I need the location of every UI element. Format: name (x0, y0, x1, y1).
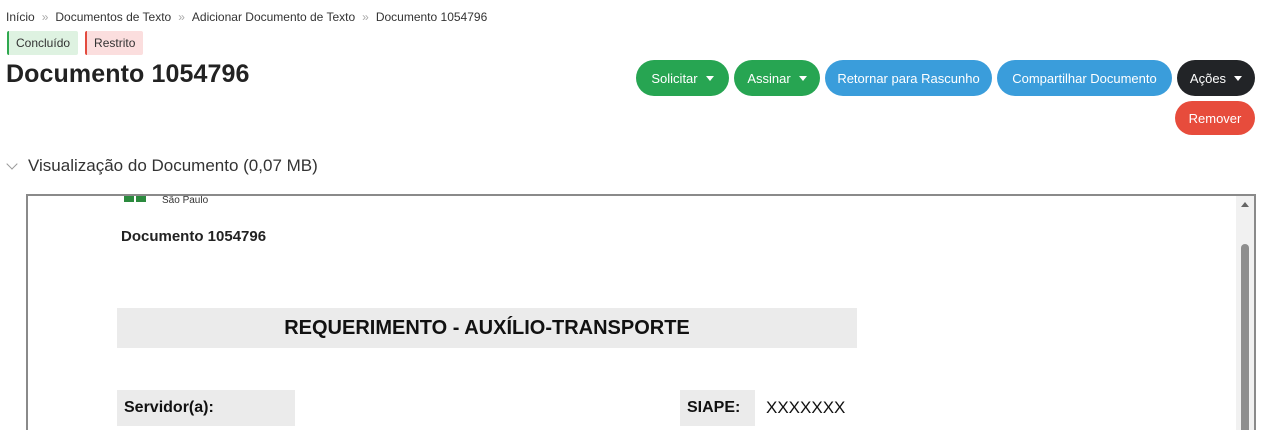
preview-scrollbar[interactable] (1236, 196, 1254, 430)
remove-button[interactable]: Remover (1175, 101, 1255, 135)
siape-value: XXXXXXX (766, 398, 846, 417)
document-preview-frame[interactable]: São Paulo Documento 1054796 REQUERIMENTO… (26, 194, 1256, 430)
sign-dropdown-button[interactable]: Assinar (734, 60, 820, 96)
document-preview-toggle[interactable]: Visualização do Documento (0,07 MB) (6, 156, 318, 176)
status-badge-completed: Concluído (7, 31, 79, 55)
scrollbar-thumb[interactable] (1241, 244, 1249, 430)
chevron-down-icon (705, 75, 714, 81)
chevron-down-icon (798, 75, 807, 81)
siape-label: SIAPE: (680, 390, 755, 426)
institution-logo-icon (124, 196, 146, 204)
logo-caption: São Paulo (162, 195, 209, 206)
document-page: São Paulo Documento 1054796 REQUERIMENTO… (28, 196, 1238, 430)
breadcrumb-separator: » (178, 10, 185, 24)
document-form-title: REQUERIMENTO - AUXÍLIO-TRANSPORTE (117, 308, 857, 348)
actions-button-label: Ações (1189, 70, 1227, 86)
servidor-label: Servidor(a): (117, 390, 295, 426)
sign-button-label: Assinar (747, 70, 791, 86)
request-button-label: Solicitar (651, 70, 698, 86)
breadcrumb-add-text-document[interactable]: Adicionar Documento de Texto (192, 10, 355, 24)
page-title: Documento 1054796 (6, 60, 250, 88)
breadcrumb-home[interactable]: Início (6, 10, 35, 24)
scroll-up-arrow-icon[interactable] (1241, 202, 1249, 207)
share-document-button[interactable]: Compartilhar Documento (997, 60, 1172, 96)
return-to-draft-button[interactable]: Retornar para Rascunho (825, 60, 992, 96)
document-preview-label: Visualização do Documento (0,07 MB) (28, 156, 318, 175)
status-badges: Concluído Restrito (7, 31, 144, 55)
breadcrumb-separator: » (362, 10, 369, 24)
breadcrumb-current: Documento 1054796 (375, 10, 488, 24)
request-dropdown-button[interactable]: Solicitar (636, 60, 729, 96)
access-badge-restricted: Restrito (85, 31, 144, 55)
chevron-down-icon (1234, 75, 1243, 81)
actions-dropdown-button[interactable]: Ações (1177, 60, 1255, 96)
document-heading: Documento 1054796 (121, 228, 267, 245)
chevron-down-icon (6, 158, 18, 170)
breadcrumb-text-documents[interactable]: Documentos de Texto (55, 10, 171, 24)
breadcrumb-separator: » (41, 10, 49, 24)
breadcrumb: Início » Documentos de Texto » Adicionar… (6, 10, 487, 24)
